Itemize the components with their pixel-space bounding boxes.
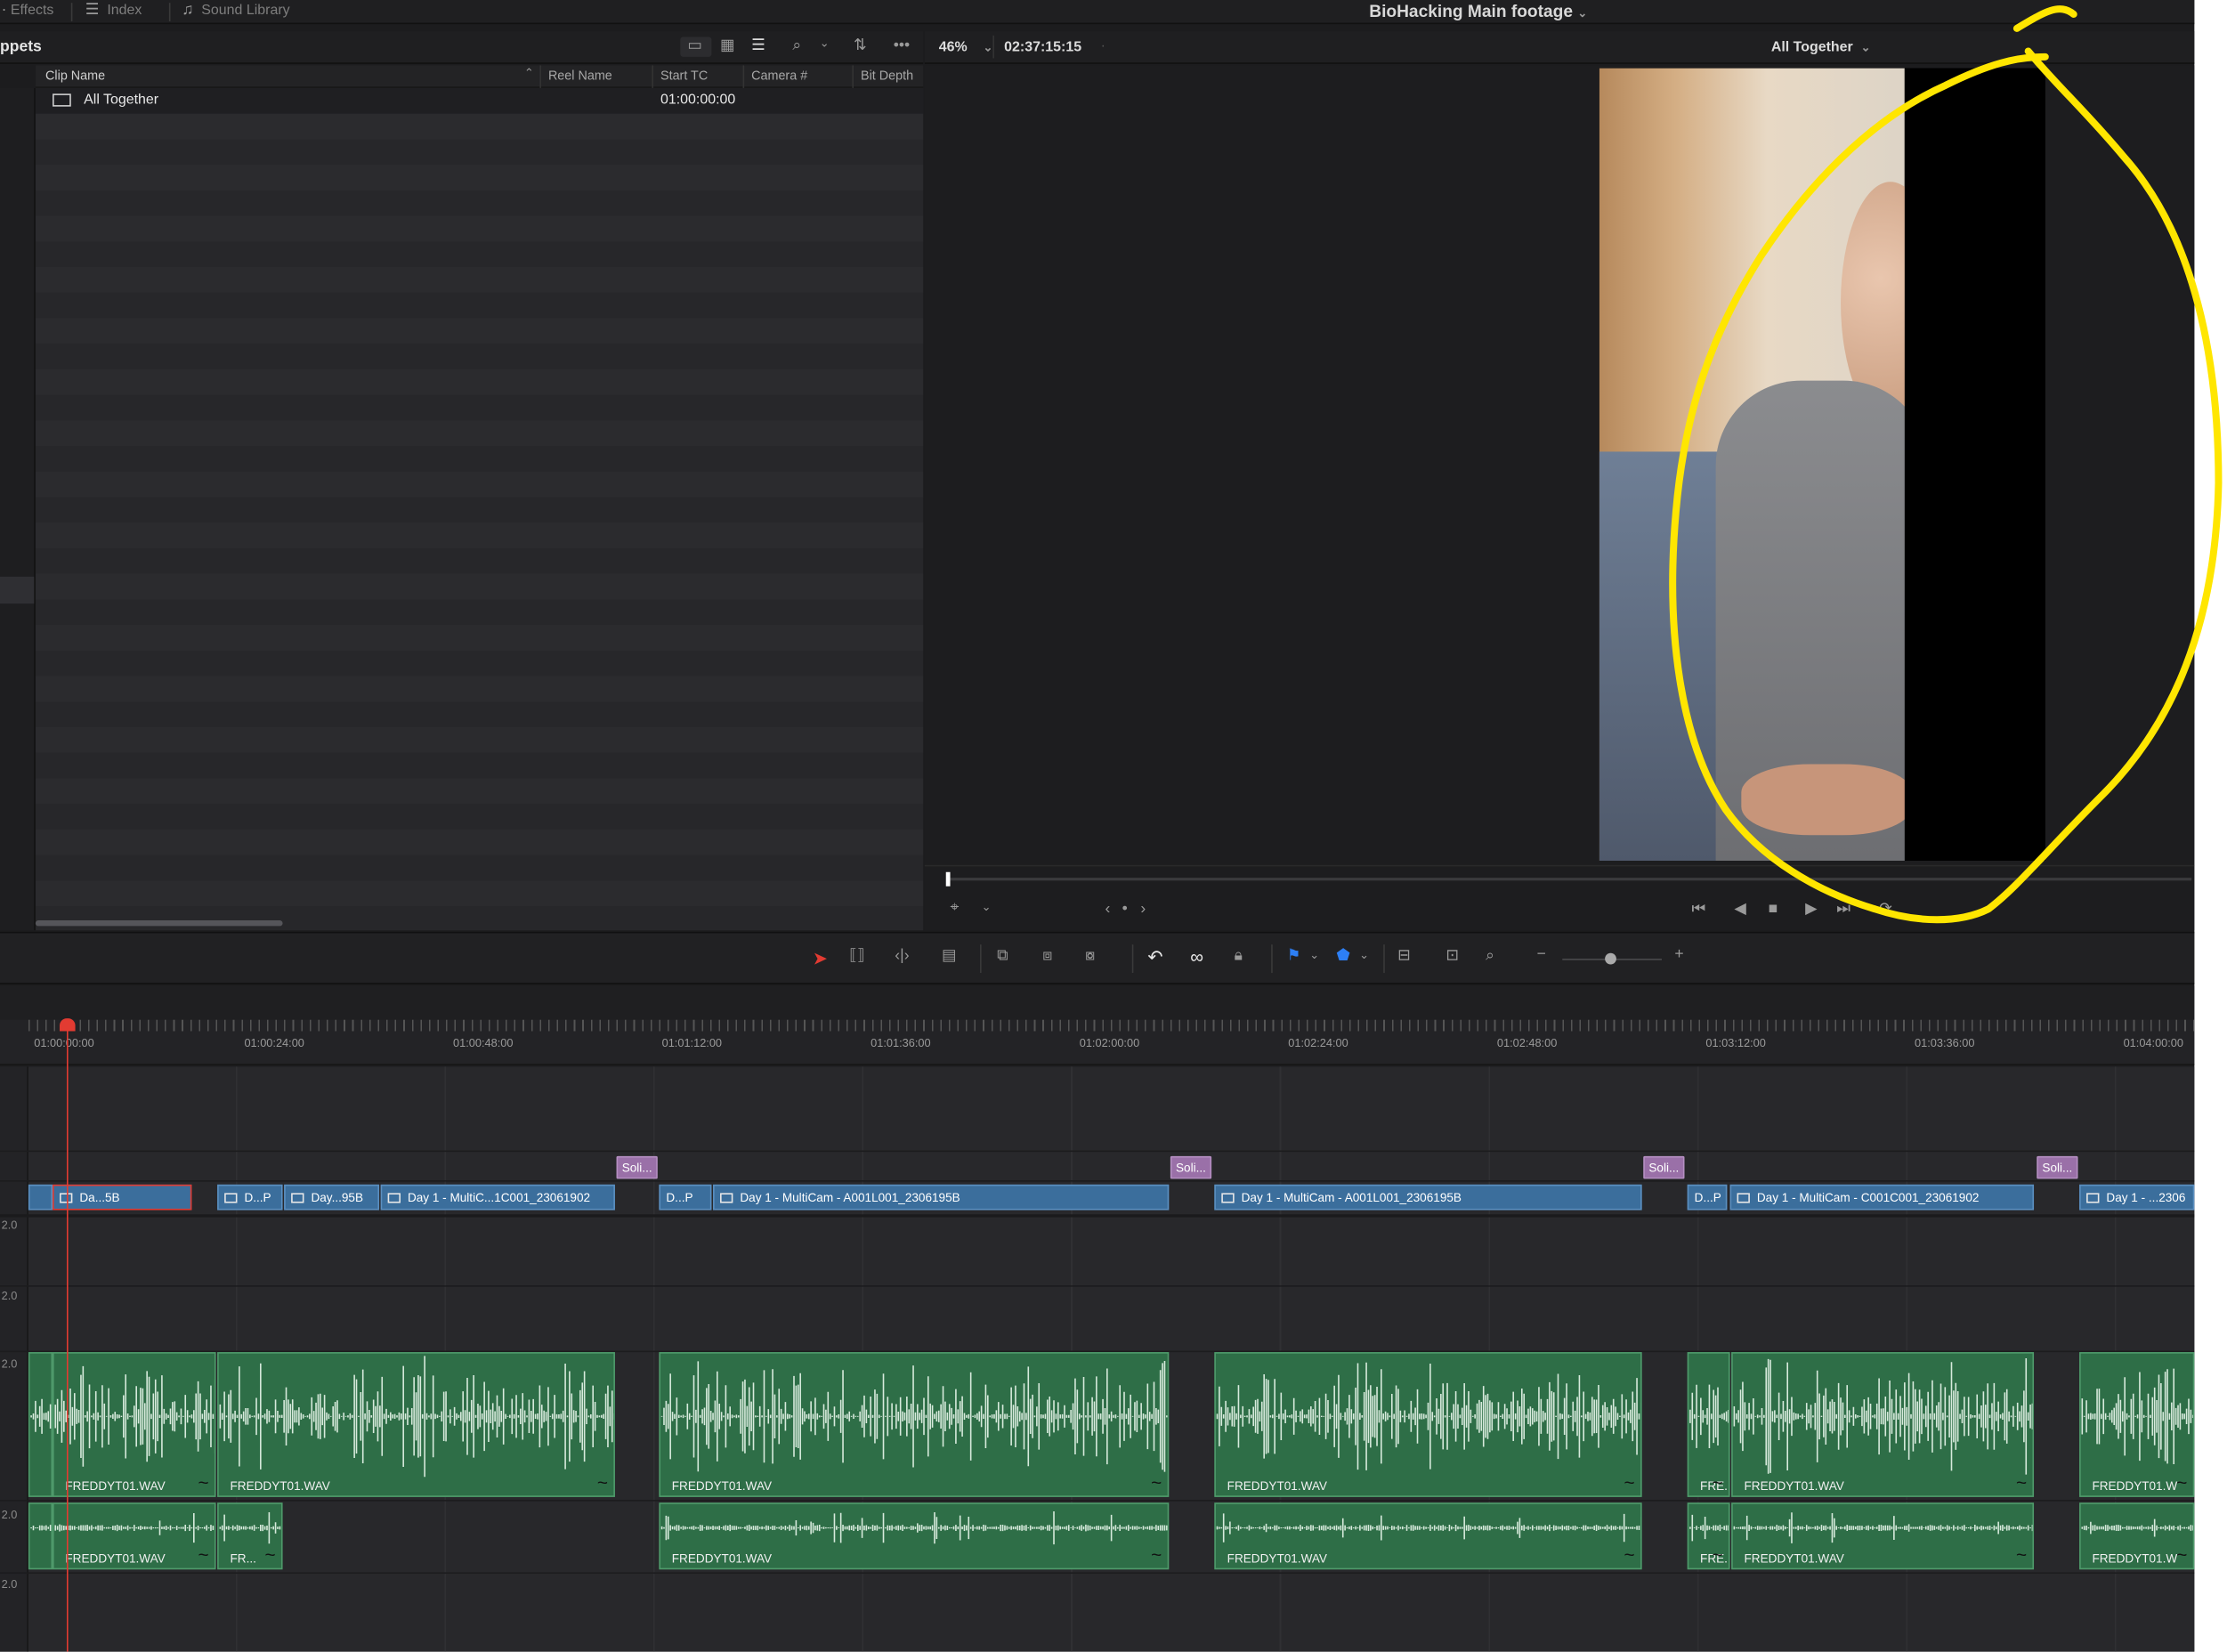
yellow-annotation xyxy=(1669,5,2223,924)
